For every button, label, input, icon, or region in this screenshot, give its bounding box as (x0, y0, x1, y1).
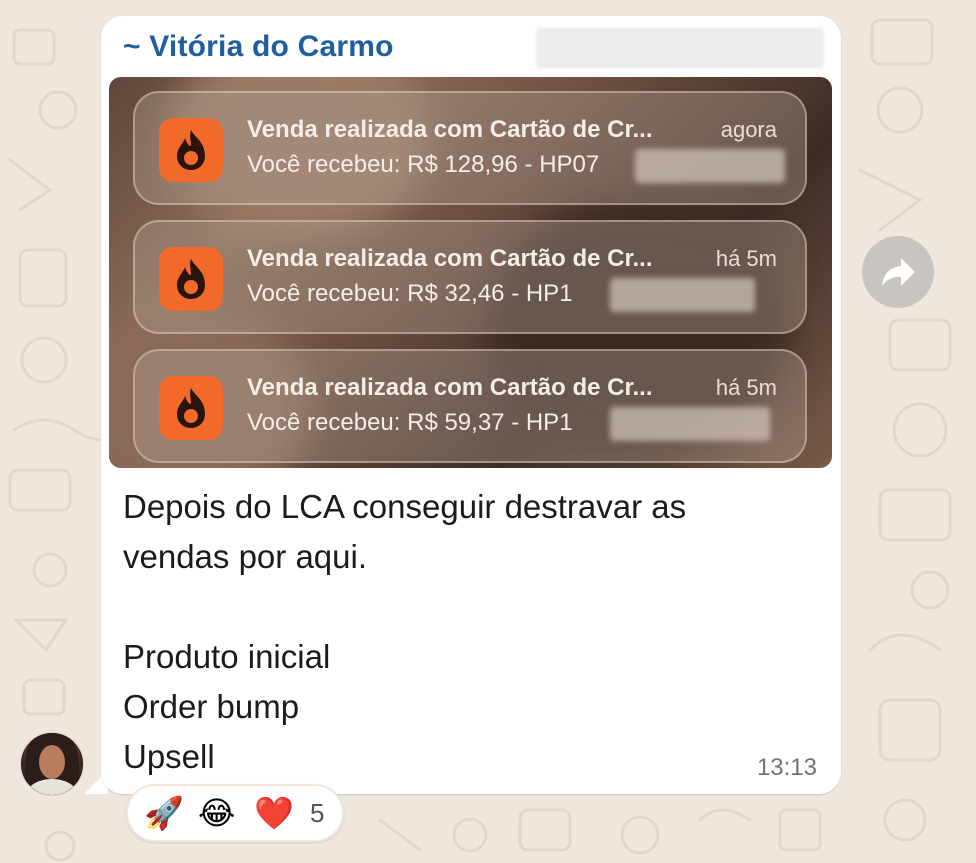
reactions-bar[interactable]: 🚀 😂 ❤️ 5 (126, 784, 344, 842)
forward-arrow-icon (882, 258, 915, 286)
message-timestamp: 13:13 (756, 754, 817, 781)
notification-body: Você recebeu: R$ 59,37 - HP1 (247, 409, 573, 436)
notification-app-icon (159, 118, 223, 182)
notification-title: Venda realizada com Cartão de Cr... (247, 245, 653, 272)
notification-app-icon (159, 376, 223, 440)
image-attachment[interactable]: Venda realizada com Cartão de Cr... agor… (109, 77, 832, 468)
message-bubble[interactable]: ~ Vitória do Carmo Venda realizada com C… (101, 16, 841, 794)
notification-body: Você recebeu: R$ 32,46 - HP1 (247, 280, 573, 307)
reaction-rocket: 🚀 (144, 794, 184, 832)
notification-card: Venda realizada com Cartão de Cr... há 5… (133, 349, 807, 463)
message-line: Upsell (123, 738, 215, 775)
message-text: Depois do LCA conseguir destravar as ven… (123, 482, 823, 782)
avatar-face (39, 745, 65, 779)
reaction-count: 5 (310, 798, 325, 828)
reaction-laughing: 😂 (198, 794, 236, 832)
flame-icon (177, 259, 205, 299)
notification-time: agora (720, 117, 777, 142)
reaction-heart: ❤️ (254, 794, 294, 832)
message-line: Depois do LCA conseguir destravar as (123, 488, 687, 525)
notification-app-icon (159, 247, 223, 311)
redacted-text (610, 278, 755, 312)
forward-button[interactable] (862, 236, 934, 308)
flame-icon (177, 130, 205, 170)
message-line: vendas por aqui. (123, 538, 368, 575)
notification-title: Venda realizada com Cartão de Cr... (247, 116, 653, 143)
redacted-text (635, 149, 785, 183)
redacted-text (610, 407, 770, 441)
flame-icon (177, 388, 205, 428)
notification-card: Venda realizada com Cartão de Cr... há 5… (133, 220, 807, 334)
notification-time: há 5m (715, 246, 777, 271)
notification-body: Você recebeu: R$ 128,96 - HP07 (247, 151, 600, 178)
sender-phone-redacted (536, 28, 824, 68)
sender-name[interactable]: ~ Vitória do Carmo (123, 30, 394, 64)
message-line: Order bump (123, 688, 300, 725)
notification-card: Venda realizada com Cartão de Cr... agor… (133, 91, 807, 205)
message-line: Produto inicial (123, 638, 331, 675)
notification-time: há 5m (715, 375, 777, 400)
notification-title: Venda realizada com Cartão de Cr... (247, 374, 653, 401)
sender-avatar[interactable] (20, 732, 84, 796)
